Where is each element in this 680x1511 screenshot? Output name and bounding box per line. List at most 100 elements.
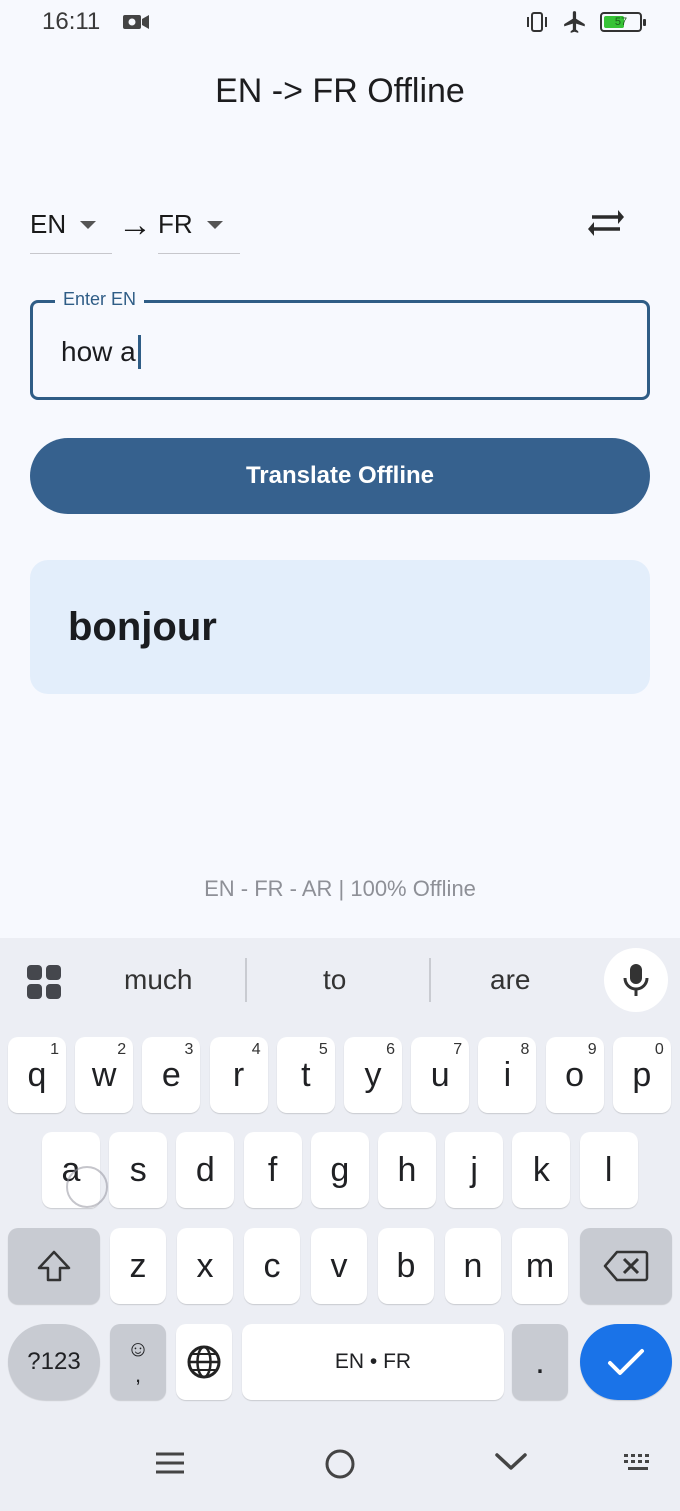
symbols-key[interactable]: ?123 [8,1324,100,1400]
key-hint: 1 [50,1041,59,1058]
key-label: r [232,1055,245,1094]
key-hint: 6 [386,1041,395,1058]
key-label: m [525,1246,555,1285]
key-l[interactable]: l [579,1132,638,1208]
checkmark-icon [608,1349,644,1375]
source-text-field[interactable]: Enter EN how a [30,289,650,400]
dropdown-arrow-icon [80,220,97,229]
key-label: n [463,1246,483,1285]
text-cursor [137,335,141,369]
key-d[interactable]: d [176,1132,235,1208]
on-screen-keyboard: much to are [0,938,680,1511]
suggestion-2[interactable]: to [323,964,346,996]
key-label: h [397,1150,417,1189]
key-label: i [503,1055,512,1094]
touch-indicator [66,1166,108,1208]
key-w[interactable]: w2 [75,1037,134,1113]
key-label: c [263,1246,281,1285]
backspace-key[interactable] [580,1228,672,1304]
key-label: g [330,1150,350,1189]
source-language-dropdown[interactable]: EN [30,196,112,254]
suggestion-divider [245,958,247,1002]
suggestion-1[interactable]: much [124,964,192,996]
key-m[interactable]: m [512,1228,568,1304]
translation-result-card: bonjour [30,560,650,694]
key-x[interactable]: x [177,1228,233,1304]
key-hint: 3 [184,1041,194,1058]
battery-charging-icon: 57 [600,12,646,32]
key-label: u [430,1055,450,1094]
battery-level: 57 [614,16,628,28]
key-hint: 0 [654,1041,664,1058]
key-label: w [91,1055,117,1094]
key-hint: 5 [318,1041,328,1058]
voice-input-button[interactable] [604,948,668,1012]
keyboard-switch-icon[interactable] [622,1452,654,1474]
language-switch-key[interactable] [176,1324,232,1400]
translate-offline-button[interactable]: Translate Offline [30,438,650,514]
key-hint: 8 [520,1041,530,1058]
key-r[interactable]: r4 [209,1037,268,1113]
key-c[interactable]: c [244,1228,300,1304]
backspace-icon [603,1250,649,1282]
shift-key[interactable] [8,1228,100,1304]
vibrate-icon [527,12,547,32]
key-hint: 2 [117,1041,127,1058]
key-s[interactable]: s [109,1132,168,1208]
key-t[interactable]: t5 [276,1037,335,1113]
key-u[interactable]: u7 [411,1037,470,1113]
key-k[interactable]: k [512,1132,571,1208]
key-z[interactable]: z [110,1228,166,1304]
key-j[interactable]: j [445,1132,504,1208]
key-label: f [267,1150,278,1189]
target-language-dropdown[interactable]: FR [158,196,240,254]
key-hint: 7 [453,1041,463,1058]
done-key[interactable] [580,1324,672,1400]
key-f[interactable]: f [243,1132,302,1208]
key-i[interactable]: i8 [478,1037,537,1113]
key-label: t [301,1055,311,1094]
key-label: v [330,1246,348,1285]
status-time: 16:11 [42,8,101,35]
space-key[interactable]: EN • FR [242,1324,504,1400]
arrow-right-icon: → [118,206,152,244]
keyboard-apps-icon[interactable] [26,964,62,1000]
key-h[interactable]: h [378,1132,436,1208]
key-label: s [129,1150,147,1189]
swap-languages-icon[interactable] [586,206,626,240]
source-text-label: Enter EN [55,289,145,310]
key-label: k [532,1150,550,1189]
key-label: y [364,1055,382,1094]
emoji-comma-key[interactable]: ☺ , [110,1324,166,1400]
translation-result-text: bonjour [68,604,217,649]
key-hint: 9 [587,1041,597,1058]
home-icon[interactable] [324,1448,356,1480]
microphone-icon [623,964,649,996]
suggestion-3[interactable]: are [490,964,530,996]
app-title: EN -> FR Offline [215,72,465,110]
key-v[interactable]: v [311,1228,367,1304]
key-label: z [129,1246,147,1285]
suggestion-bar: much to are [0,938,680,1028]
footer-note: EN - FR - AR | 100% Offline [204,876,476,901]
suggestion-divider [429,958,431,1002]
source-language-value: EN [30,209,67,239]
back-chevron-down-icon[interactable] [494,1448,528,1474]
key-hint: 4 [251,1041,261,1058]
key-e[interactable]: e3 [142,1037,201,1113]
key-y[interactable]: y6 [344,1037,402,1113]
period-key[interactable]: . [512,1324,568,1400]
key-b[interactable]: b [378,1228,434,1304]
emoji-icon: ☺ [126,1336,150,1361]
target-language-value: FR [158,209,193,239]
key-n[interactable]: n [445,1228,501,1304]
key-label: j [470,1150,478,1189]
video-record-icon [123,15,150,29]
key-q[interactable]: q1 [8,1037,66,1113]
key-o[interactable]: o9 [545,1037,604,1113]
key-label: d [195,1150,215,1189]
key-p[interactable]: p0 [612,1037,671,1113]
key-g[interactable]: g [310,1132,369,1208]
shift-icon [37,1250,71,1282]
recent-apps-icon[interactable] [154,1448,186,1478]
